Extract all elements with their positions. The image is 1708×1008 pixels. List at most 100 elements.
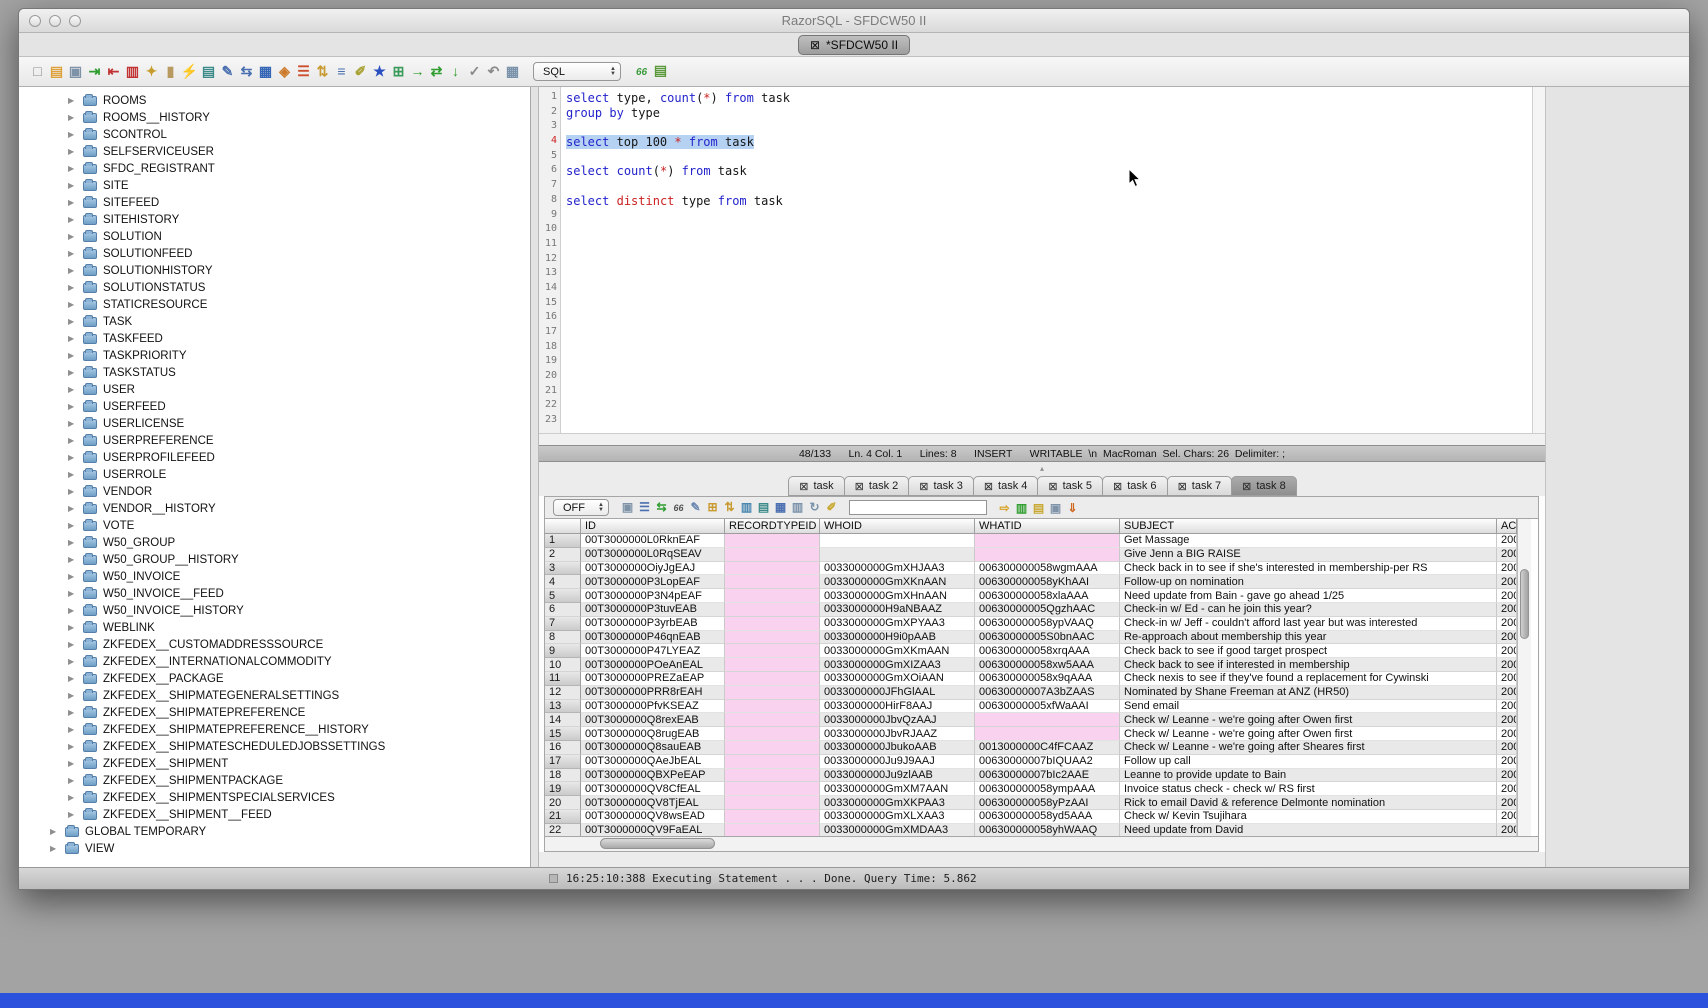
copy-clipboard-icon[interactable]: ▤	[1030, 499, 1047, 516]
code-line[interactable]	[566, 355, 1545, 370]
close-result-tab-icon[interactable]: ⊠	[1178, 480, 1187, 493]
execute-statement-icon[interactable]: →	[408, 62, 427, 81]
describe-table-icon[interactable]: 66	[632, 64, 651, 83]
disclosure-triangle-icon[interactable]: ▶	[68, 657, 81, 666]
sidebar-item[interactable]: ▶SITEFEED	[19, 194, 530, 211]
disclosure-triangle-icon[interactable]: ▶	[68, 351, 81, 360]
code-line[interactable]	[566, 311, 1545, 326]
move-row-icon[interactable]: ⇅	[721, 499, 738, 516]
disclosure-triangle-icon[interactable]: ▶	[68, 708, 81, 717]
disclosure-triangle-icon[interactable]: ▶	[68, 232, 81, 241]
result-tab-task-7[interactable]: ⊠task 7	[1167, 476, 1233, 496]
refresh-results-icon[interactable]: ⇆	[653, 499, 670, 516]
disclosure-triangle-icon[interactable]: ▶	[68, 164, 81, 173]
table-row[interactable]: 400T3000000P3LopEAF0033000000GmXKnAAN006…	[545, 575, 1517, 589]
format-sql-icon[interactable]: ⚡	[180, 62, 199, 81]
pane-splitter[interactable]: ▴	[539, 462, 1545, 475]
disclosure-triangle-icon[interactable]: ▶	[68, 402, 81, 411]
sidebar-item[interactable]: ▶WEBLINK	[19, 619, 530, 636]
table-row[interactable]: 2200T3000000QV9FaEAL0033000000GmXMDAA300…	[545, 824, 1517, 837]
disclosure-triangle-icon[interactable]: ▶	[68, 742, 81, 751]
indent-icon[interactable]: ≡	[332, 62, 351, 81]
sidebar-item[interactable]: ▶W50_GROUP	[19, 534, 530, 551]
disclosure-triangle-icon[interactable]: ▶	[68, 317, 81, 326]
sql-code-area[interactable]: select type, count(*) from taskgroup by …	[561, 87, 1545, 433]
disclosure-triangle-icon[interactable]: ▶	[68, 504, 81, 513]
column-header-ac[interactable]: AC	[1497, 519, 1517, 534]
disclosure-triangle-icon[interactable]: ▶	[68, 674, 81, 683]
history-icon[interactable]: ▦	[503, 62, 522, 81]
sidebar-item[interactable]: ▶TASKPRIORITY	[19, 347, 530, 364]
sidebar-item[interactable]: ▶ROOMS	[19, 92, 530, 109]
table-row[interactable]: 1600T3000000Q8sauEAB0033000000JbukoAAB00…	[545, 741, 1517, 755]
disclosure-triangle-icon[interactable]: ▶	[68, 436, 81, 445]
code-line[interactable]: select top 100 * from task	[566, 135, 1545, 150]
code-line[interactable]: group by type	[566, 106, 1545, 121]
title-bar[interactable]: RazorSQL - SFDCW50 II	[19, 9, 1689, 33]
sidebar-item[interactable]: ▶ZKFEDEX__SHIPMENTPACKAGE	[19, 772, 530, 789]
database-icon[interactable]: ▮	[161, 62, 180, 81]
sql-editor[interactable]: 1234567891011121314151617181920212223 se…	[539, 87, 1545, 433]
result-tab-task[interactable]: ⊠task	[788, 476, 844, 496]
disclosure-triangle-icon[interactable]: ▶	[68, 215, 81, 224]
sidebar-item[interactable]: ▶ZKFEDEX__SHIPMENT__FEED	[19, 806, 530, 823]
edit-mode-select[interactable]: OFF ▲▼	[553, 499, 609, 516]
copy-connection-icon[interactable]: ▥	[123, 62, 142, 81]
page-view-icon[interactable]: ▦	[772, 499, 789, 516]
edit-cell-icon[interactable]: ✎	[687, 499, 704, 516]
table-row[interactable]: 1300T3000000PfvKSEAZ0033000000HirF8AAJ00…	[545, 700, 1517, 714]
table-row[interactable]: 1700T3000000QAeJbEAL0033000000Ju9J9AAJ00…	[545, 755, 1517, 769]
disclosure-triangle-icon[interactable]: ▶	[68, 810, 81, 819]
column-header-whoid[interactable]: WHOID	[820, 519, 975, 534]
sidebar-item[interactable]: ▶STATICRESOURCE	[19, 296, 530, 313]
table-row[interactable]: 100T3000000L0RknEAFGet Massage200	[545, 534, 1517, 548]
close-result-tab-icon[interactable]: ⊠	[919, 480, 928, 493]
result-tab-task-8[interactable]: ⊠task 8	[1231, 476, 1297, 496]
column-list-icon[interactable]: ▤	[755, 499, 772, 516]
close-result-tab-icon[interactable]: ⊠	[984, 480, 993, 493]
result-tab-task-3[interactable]: ⊠task 3	[908, 476, 974, 496]
grid-horizontal-scrollbar[interactable]	[544, 837, 1539, 852]
sidebar-item[interactable]: ▶ZKFEDEX__SHIPMENT	[19, 755, 530, 772]
sidebar-item[interactable]: ▶ZKFEDEX__SHIPMATESCHEDULEDJOBSSETTINGS	[19, 738, 530, 755]
disclosure-triangle-icon[interactable]: ▶	[68, 521, 81, 530]
close-result-tab-icon[interactable]: ⊠	[1242, 480, 1251, 493]
sidebar-item[interactable]: ▶W50_INVOICE	[19, 568, 530, 585]
open-folder-icon[interactable]: ▤	[47, 62, 66, 81]
checklist-icon[interactable]: ▤	[199, 62, 218, 81]
code-line[interactable]	[566, 209, 1545, 224]
sidebar-item[interactable]: ▶VOTE	[19, 517, 530, 534]
sidebar-item[interactable]: ▶SOLUTIONHISTORY	[19, 262, 530, 279]
disclosure-triangle-icon[interactable]: ▶	[68, 147, 81, 156]
sidebar-item[interactable]: ▶ZKFEDEX__SHIPMATEGENERALSETTINGS	[19, 687, 530, 704]
result-tab-task-5[interactable]: ⊠task 5	[1037, 476, 1103, 496]
sidebar-item[interactable]: ▶USERPROFILEFEED	[19, 449, 530, 466]
grid-horizontal-scrollbar-thumb[interactable]	[600, 838, 715, 849]
sidebar-item[interactable]: ▶ZKFEDEX__CUSTOMADDRESSSOURCE	[19, 636, 530, 653]
disclosure-triangle-icon[interactable]: ▶	[68, 453, 81, 462]
document-tab[interactable]: ⊠ *SFDCW50 II	[798, 35, 910, 55]
sidebar-item[interactable]: ▶USERPREFERENCE	[19, 432, 530, 449]
disclosure-triangle-icon[interactable]: ▶	[68, 606, 81, 615]
copy-table-icon[interactable]: ▥	[738, 499, 755, 516]
disclosure-triangle-icon[interactable]: ▶	[68, 589, 81, 598]
sidebar-item[interactable]: ▶ZKFEDEX__SHIPMENTSPECIALSERVICES	[19, 789, 530, 806]
sidebar-item[interactable]: ▶SOLUTIONSTATUS	[19, 279, 530, 296]
disclosure-triangle-icon[interactable]: ▶	[68, 198, 81, 207]
filter-results-icon[interactable]: ☰	[636, 499, 653, 516]
code-line[interactable]	[566, 341, 1545, 356]
disclosure-triangle-icon[interactable]: ▶	[68, 96, 81, 105]
sidebar-item[interactable]: ▶W50_INVOICE__HISTORY	[19, 602, 530, 619]
sidebar-item[interactable]: ▶SFDC_REGISTRANT	[19, 160, 530, 177]
table-row[interactable]: 1400T3000000Q8rexEAB0033000000JbvQzAAJCh…	[545, 713, 1517, 727]
close-result-tab-icon[interactable]: ⊠	[799, 480, 808, 493]
disclosure-triangle-icon[interactable]: ▶	[68, 555, 81, 564]
disclosure-triangle-icon[interactable]: ▶	[68, 368, 81, 377]
disclosure-triangle-icon[interactable]: ▶	[68, 283, 81, 292]
code-line[interactable]	[566, 385, 1545, 400]
column-header-id[interactable]: ID	[581, 519, 725, 534]
sidebar-item[interactable]: ▶SELFSERVICEUSER	[19, 143, 530, 160]
column-header-recordtypeid[interactable]: RECORDTYPEID	[725, 519, 820, 534]
code-line[interactable]	[566, 370, 1545, 385]
code-line[interactable]	[566, 399, 1545, 414]
